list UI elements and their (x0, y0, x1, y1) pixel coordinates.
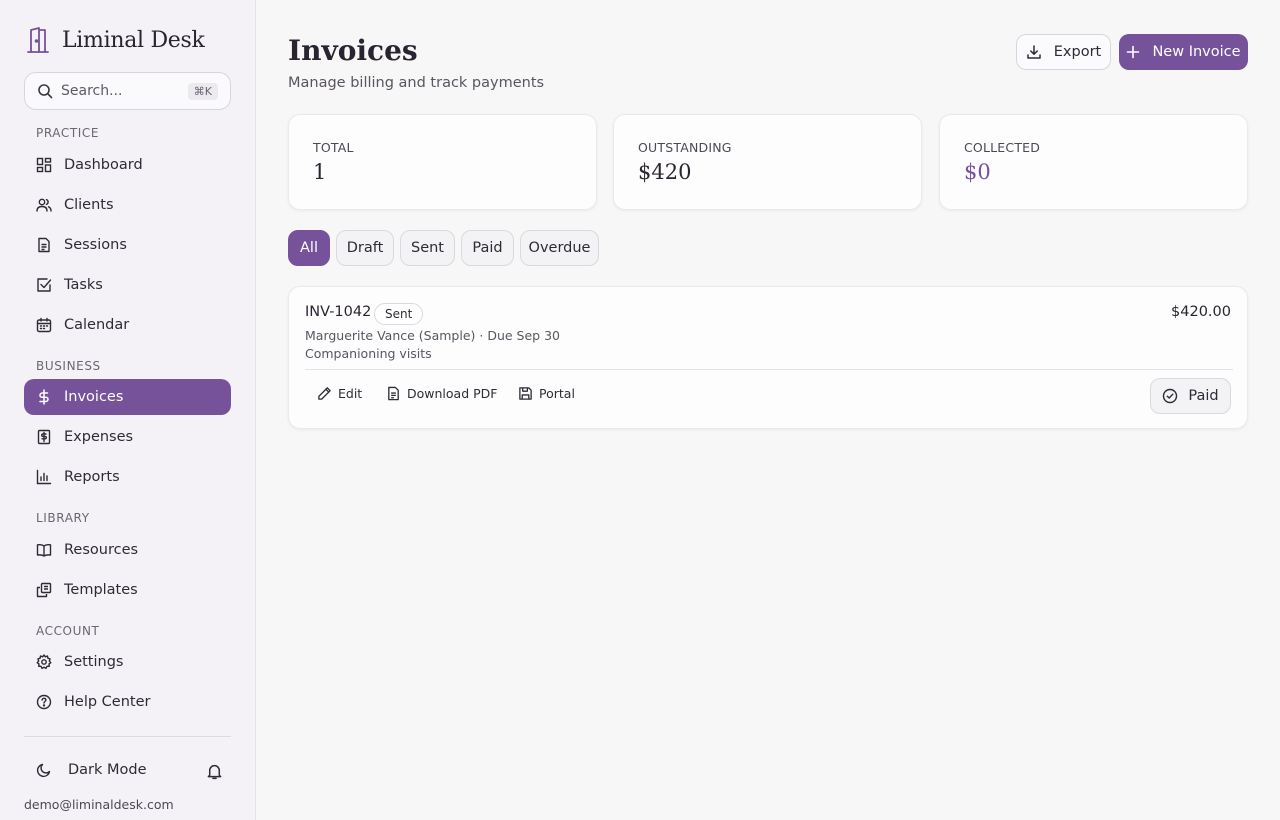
sidebar-item-reports[interactable]: Reports (24, 459, 231, 495)
sidebar-divider (24, 736, 231, 737)
invoice-card[interactable]: INV-1042 Sent $420.00 Marguerite Vance (… (288, 286, 1248, 429)
dark-mode-toggle[interactable]: Dark Mode (36, 762, 147, 778)
brand-name: Liminal Desk (62, 27, 205, 53)
stat-value: $0 (964, 160, 991, 184)
sidebar-item-resources[interactable]: Resources (24, 532, 231, 568)
stat-card-total: TOTAL 1 (288, 114, 597, 210)
portal-label: Portal (539, 386, 575, 401)
download-pdf-button[interactable]: Download PDF (386, 386, 497, 401)
bar-chart-icon (36, 469, 52, 485)
copy-icon (36, 582, 52, 598)
stat-card-collected: COLLECTED $0 (939, 114, 1248, 210)
section-label-account: ACCOUNT (36, 624, 100, 638)
gear-icon (36, 654, 52, 670)
invoice-client-due: Marguerite Vance (Sample) · Due Sep 30 (305, 328, 560, 343)
status-badge: Sent (374, 303, 424, 325)
sidebar-item-label: Templates (64, 582, 138, 598)
sidebar-item-calendar[interactable]: Calendar (24, 307, 231, 343)
invoice-number: INV-1042 (305, 304, 372, 320)
users-icon (36, 198, 52, 212)
plus-icon (1127, 45, 1140, 59)
moon-icon (36, 763, 51, 778)
sidebar-item-label: Help Center (64, 694, 151, 710)
dark-mode-label: Dark Mode (68, 762, 147, 778)
edit-button[interactable]: Edit (317, 386, 362, 401)
file-icon (388, 386, 399, 401)
document-icon (38, 237, 50, 253)
section-label-business: BUSINESS (36, 359, 101, 373)
mark-paid-label: Paid (1188, 388, 1219, 404)
sidebar-item-label: Calendar (64, 317, 130, 333)
filter-draft[interactable]: Draft (336, 230, 394, 266)
sidebar-item-templates[interactable]: Templates (24, 572, 231, 608)
brand[interactable]: Liminal Desk (24, 26, 205, 54)
sidebar-item-expenses[interactable]: Expenses (24, 419, 231, 455)
search-input[interactable]: Search... ⌘K (24, 72, 231, 110)
book-icon (36, 543, 52, 557)
mark-paid-button[interactable]: Paid (1150, 378, 1231, 414)
portal-button[interactable]: Portal (518, 386, 575, 401)
stat-value: 1 (313, 160, 327, 184)
sidebar-item-dashboard[interactable]: Dashboard (24, 147, 231, 183)
edit-label: Edit (338, 386, 363, 401)
stat-label: COLLECTED (964, 140, 1041, 155)
door-logo-icon (24, 26, 52, 54)
sidebar-item-label: Settings (64, 654, 124, 670)
help-circle-icon (36, 694, 52, 710)
bell-icon (207, 764, 222, 780)
stat-card-outstanding: OUTSTANDING $420 (613, 114, 922, 210)
receipt-icon (37, 429, 51, 445)
calendar-icon (36, 317, 52, 333)
invoice-amount: $420.00 (1171, 304, 1231, 320)
sidebar-item-invoices[interactable]: Invoices (24, 379, 231, 415)
check-circle-icon (1163, 388, 1178, 404)
page-title: Invoices (288, 34, 418, 67)
sidebar-item-label: Invoices (64, 389, 124, 405)
sidebar-item-label: Clients (64, 197, 114, 213)
sidebar-item-label: Expenses (64, 429, 134, 445)
new-invoice-label: New Invoice (1152, 44, 1241, 60)
sidebar-item-label: Reports (64, 469, 120, 485)
export-label: Export (1053, 44, 1102, 60)
pencil-icon (318, 387, 331, 400)
checkbox-icon (37, 278, 52, 292)
filter-paid[interactable]: Paid (461, 230, 514, 266)
sidebar: Liminal Desk Search... ⌘K PRACTICE Dashb… (0, 0, 256, 820)
filter-overdue[interactable]: Overdue (520, 230, 599, 266)
search-placeholder: Search... (61, 83, 123, 99)
invoice-description: Companioning visits (305, 346, 432, 361)
sidebar-item-label: Dashboard (64, 157, 143, 173)
page-subtitle: Manage billing and track payments (288, 75, 545, 91)
section-label-practice: PRACTICE (36, 126, 100, 140)
sidebar-item-settings[interactable]: Settings (24, 644, 231, 680)
sidebar-item-label: Tasks (64, 277, 103, 293)
search-icon (38, 84, 53, 99)
stat-label: TOTAL (313, 140, 354, 155)
sidebar-item-clients[interactable]: Clients (24, 187, 231, 223)
stat-label: OUTSTANDING (638, 140, 732, 155)
export-button[interactable]: Export (1016, 34, 1111, 70)
dollar-icon (39, 389, 49, 405)
sidebar-item-label: Resources (64, 542, 139, 558)
section-label-library: LIBRARY (36, 511, 90, 525)
sidebar-item-sessions[interactable]: Sessions (24, 227, 231, 263)
download-icon (1027, 45, 1041, 59)
save-icon (519, 387, 532, 400)
download-pdf-label: Download PDF (407, 386, 498, 401)
filter-all[interactable]: All (288, 230, 330, 266)
sidebar-item-help-center[interactable]: Help Center (24, 684, 231, 720)
invoice-divider (305, 369, 1233, 370)
stat-value: $420 (638, 160, 692, 184)
notifications-button[interactable] (206, 763, 223, 784)
new-invoice-button[interactable]: New Invoice (1119, 34, 1248, 70)
sidebar-item-tasks[interactable]: Tasks (24, 267, 231, 303)
user-email: demo@liminaldesk.com (24, 797, 174, 812)
search-shortcut-badge: ⌘K (187, 82, 218, 100)
dashboard-icon (36, 157, 52, 173)
sidebar-item-label: Sessions (64, 237, 127, 253)
filter-sent[interactable]: Sent (400, 230, 455, 266)
